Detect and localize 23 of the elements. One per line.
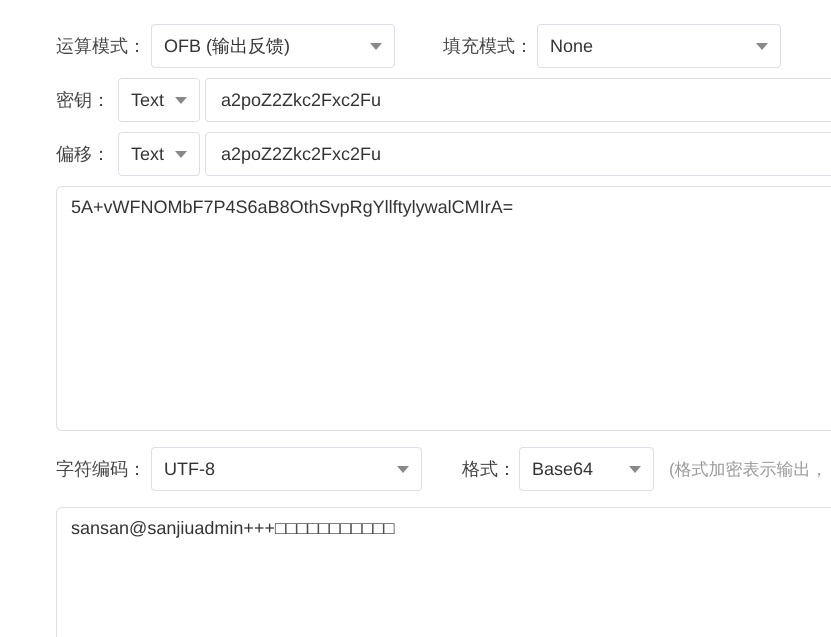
caret-icon (397, 466, 409, 472)
field-label: 偏移： (56, 143, 111, 166)
format-label: 格式： (462, 458, 517, 481)
caret-icon (175, 96, 187, 104)
format-hint: (格式加密表示输出， (669, 458, 828, 480)
text-input[interactable]: a2poZ2Zkc2Fxc2Fu (205, 132, 831, 176)
padding-select[interactable]: None (537, 24, 781, 68)
caret-icon (370, 42, 382, 50)
mode-select[interactable]: OFB (输出反馈) (151, 24, 395, 68)
mode-label: 运算模式： (56, 35, 147, 58)
text-input[interactable]: a2poZ2Zkc2Fxc2Fu (205, 78, 831, 122)
caret-icon (629, 466, 641, 472)
type-select[interactable]: Text (118, 132, 200, 176)
plaintext-field[interactable]: sansan@sanjiuadmin+++□□□□□□□□□□□ (56, 507, 831, 637)
padding-label: 填充模式： (443, 35, 534, 58)
caret-icon (175, 150, 187, 158)
type-select[interactable]: Text (118, 78, 200, 122)
caret-icon (756, 42, 768, 50)
charset-label: 字符编码： (56, 458, 147, 481)
format-select[interactable]: Base64 (519, 447, 654, 491)
field-label: 密钥： (56, 89, 111, 112)
charset-select[interactable]: UTF-8 (151, 447, 422, 491)
ciphertext-field[interactable]: 5A+vWFNOMbF7P4S6aB8OthSvpRgYllftylywalCMIrA= (56, 186, 831, 431)
